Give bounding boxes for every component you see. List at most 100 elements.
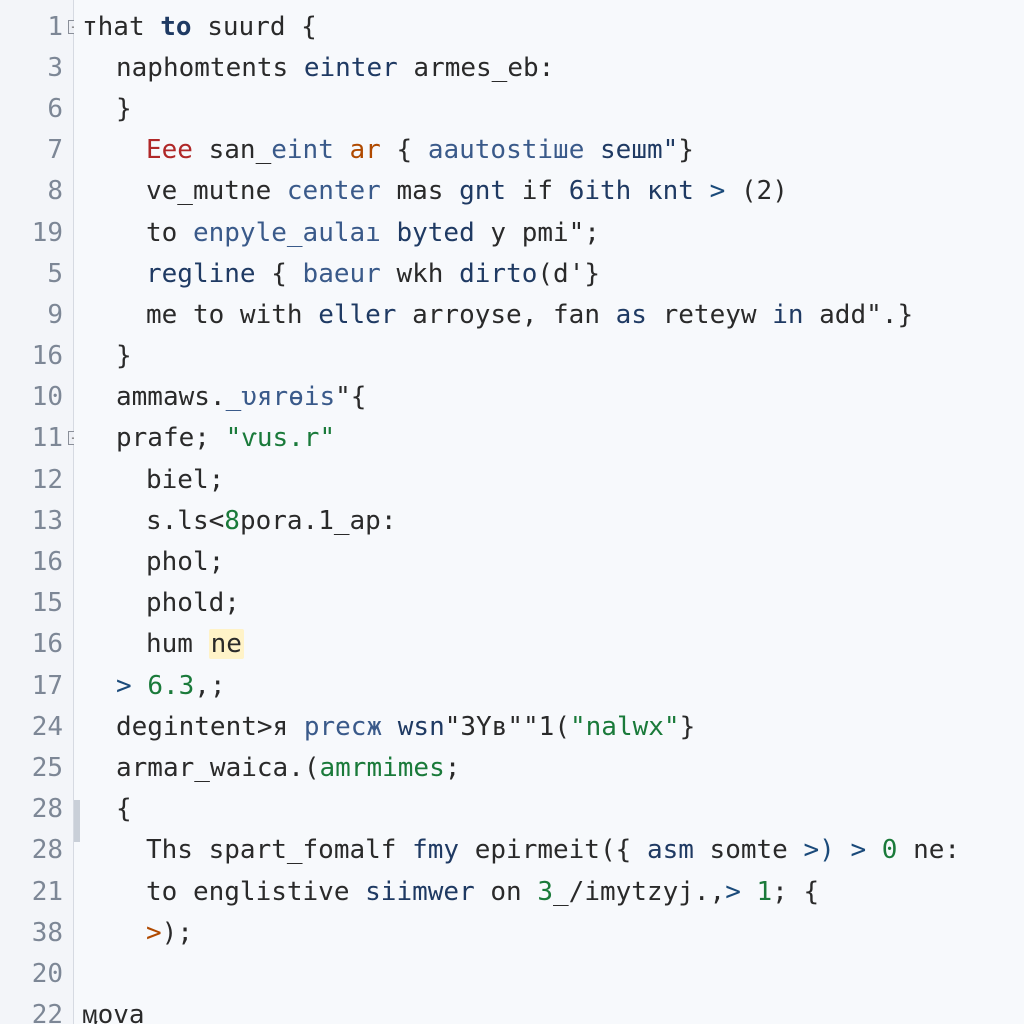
gutter-row: 13 [0,500,73,541]
code-area[interactable]: тhat to suurd {naphomtents einter armes_… [74,0,1024,1024]
code-line[interactable]: } [82,336,1024,377]
code-token: . [210,382,226,412]
code-token: кnt [647,176,694,206]
code-line[interactable]: prafe; "ѵus.r" [82,418,1024,459]
gutter-row: 16 [0,541,73,582]
line-number[interactable]: 7 [47,135,63,165]
line-number[interactable]: 16 [32,341,63,371]
line-number[interactable]: 38 [32,918,63,948]
code-token: ne [209,629,244,659]
code-line[interactable]: hum ne [82,624,1024,665]
code-token: тhat [82,12,160,42]
code-token: ammaws [116,382,210,412]
code-token: preсж [304,712,382,742]
code-token: ar [350,135,381,165]
code-token: 0 [882,835,898,865]
code-token: arroyse [396,300,521,330]
line-number[interactable]: 21 [32,877,63,907]
code-token: fan [537,300,615,330]
code-token: einter [304,53,398,83]
code-line[interactable]: regline { baeur wkh dirto(d'} [82,253,1024,294]
change-marker-track [74,0,80,1024]
code-line[interactable]: > 6.3,; [82,665,1024,706]
code-line[interactable]: s.ls<8pora.1_ap: [82,500,1024,541]
code-line[interactable]: naphomtents einter armes_eb: [82,47,1024,88]
line-number[interactable]: 25 [32,753,63,783]
line-number[interactable]: 9 [47,300,63,330]
code-line[interactable]: { [82,789,1024,830]
code-line[interactable]: Eee san_eint ar { aautostiшe seшm"} [82,130,1024,171]
code-line[interactable]: degintent>я preсж wsn"3Yв""1("nalwx"} [82,706,1024,747]
code-line[interactable]: to englistive siimwer on 3_/imytzyj.,> 1… [82,871,1024,912]
code-token: { [381,135,428,165]
code-line[interactable]: me to with eller arroyse, fan as reteyw … [82,294,1024,335]
code-token: } [678,135,694,165]
code-line[interactable]: to enpyle_aulaı byted y pmi"; [82,212,1024,253]
code-line[interactable]: тhat to suurd { [82,6,1024,47]
line-number-gutter: 1367819591610111213161516172425282821382… [0,0,74,1024]
gutter-row: 24 [0,706,73,747]
code-line[interactable]: ve_mutne center mas gnt if 6ith кnt > (2… [82,171,1024,212]
line-number[interactable]: 13 [32,506,63,536]
code-token: "; [569,218,600,248]
code-line[interactable]: biel; [82,459,1024,500]
code-token: armes_eb [398,53,539,83]
code-token: "3Yв""1( [445,712,570,742]
line-number[interactable]: 3 [47,53,63,83]
code-line[interactable]: ӎova [82,995,1024,1024]
code-token: : [539,53,555,83]
code-token: if [506,176,569,206]
line-number[interactable]: 20 [32,959,63,989]
gutter-row: 5 [0,253,73,294]
code-token: enpyle_aulaı [193,218,381,248]
code-token: ({ [600,835,647,865]
line-number[interactable]: 5 [47,259,63,289]
line-number[interactable]: 11 [32,423,63,453]
code-token [584,135,600,165]
line-number[interactable]: 28 [32,794,63,824]
code-token: >) [803,835,850,865]
code-token: { [256,259,303,289]
line-number[interactable]: 16 [32,629,63,659]
line-number[interactable]: 6 [47,94,63,124]
code-line[interactable]: ammaws._υяrөis"{ [82,377,1024,418]
code-token: _/imytzyj., [553,877,725,907]
code-token: ӎova [82,1000,145,1024]
code-token: baeur [303,259,381,289]
code-token: { [116,794,132,824]
code-token: ; [194,423,225,453]
code-line[interactable] [82,953,1024,994]
code-token: amrmimes [320,753,445,783]
code-token: byted [381,218,475,248]
code-token: > [146,918,162,948]
line-number[interactable]: 8 [47,176,63,206]
code-token: to englistive [146,877,365,907]
code-token: , [522,300,538,330]
code-token: add [804,300,867,330]
code-line[interactable]: >); [82,912,1024,953]
line-number[interactable]: 10 [32,382,63,412]
line-number[interactable]: 16 [32,547,63,577]
code-token: ,; [194,671,225,701]
code-line[interactable]: armar_waica.(amrmimes; [82,747,1024,788]
code-token: to [160,12,191,42]
line-number[interactable]: 12 [32,465,63,495]
code-token: } [897,300,913,330]
line-number[interactable]: 28 [32,835,63,865]
line-number[interactable]: 22 [32,1000,63,1024]
code-editor: 1367819591610111213161516172425282821382… [0,0,1024,1024]
gutter-row: 8 [0,171,73,212]
code-line[interactable]: phol; [82,541,1024,582]
code-token: in [772,300,803,330]
code-line[interactable]: Ths spart_fomalf fmy epirmeit({ asm somt… [82,830,1024,871]
code-token: 1 [757,877,773,907]
code-line[interactable]: } [82,88,1024,129]
line-number[interactable]: 1 [47,12,63,42]
line-number[interactable]: 17 [32,671,63,701]
code-line[interactable]: phold; [82,583,1024,624]
line-number[interactable]: 24 [32,712,63,742]
gutter-row: 19 [0,212,73,253]
line-number[interactable]: 19 [32,218,63,248]
line-number[interactable]: 15 [32,588,63,618]
code-token: hum [146,629,209,659]
